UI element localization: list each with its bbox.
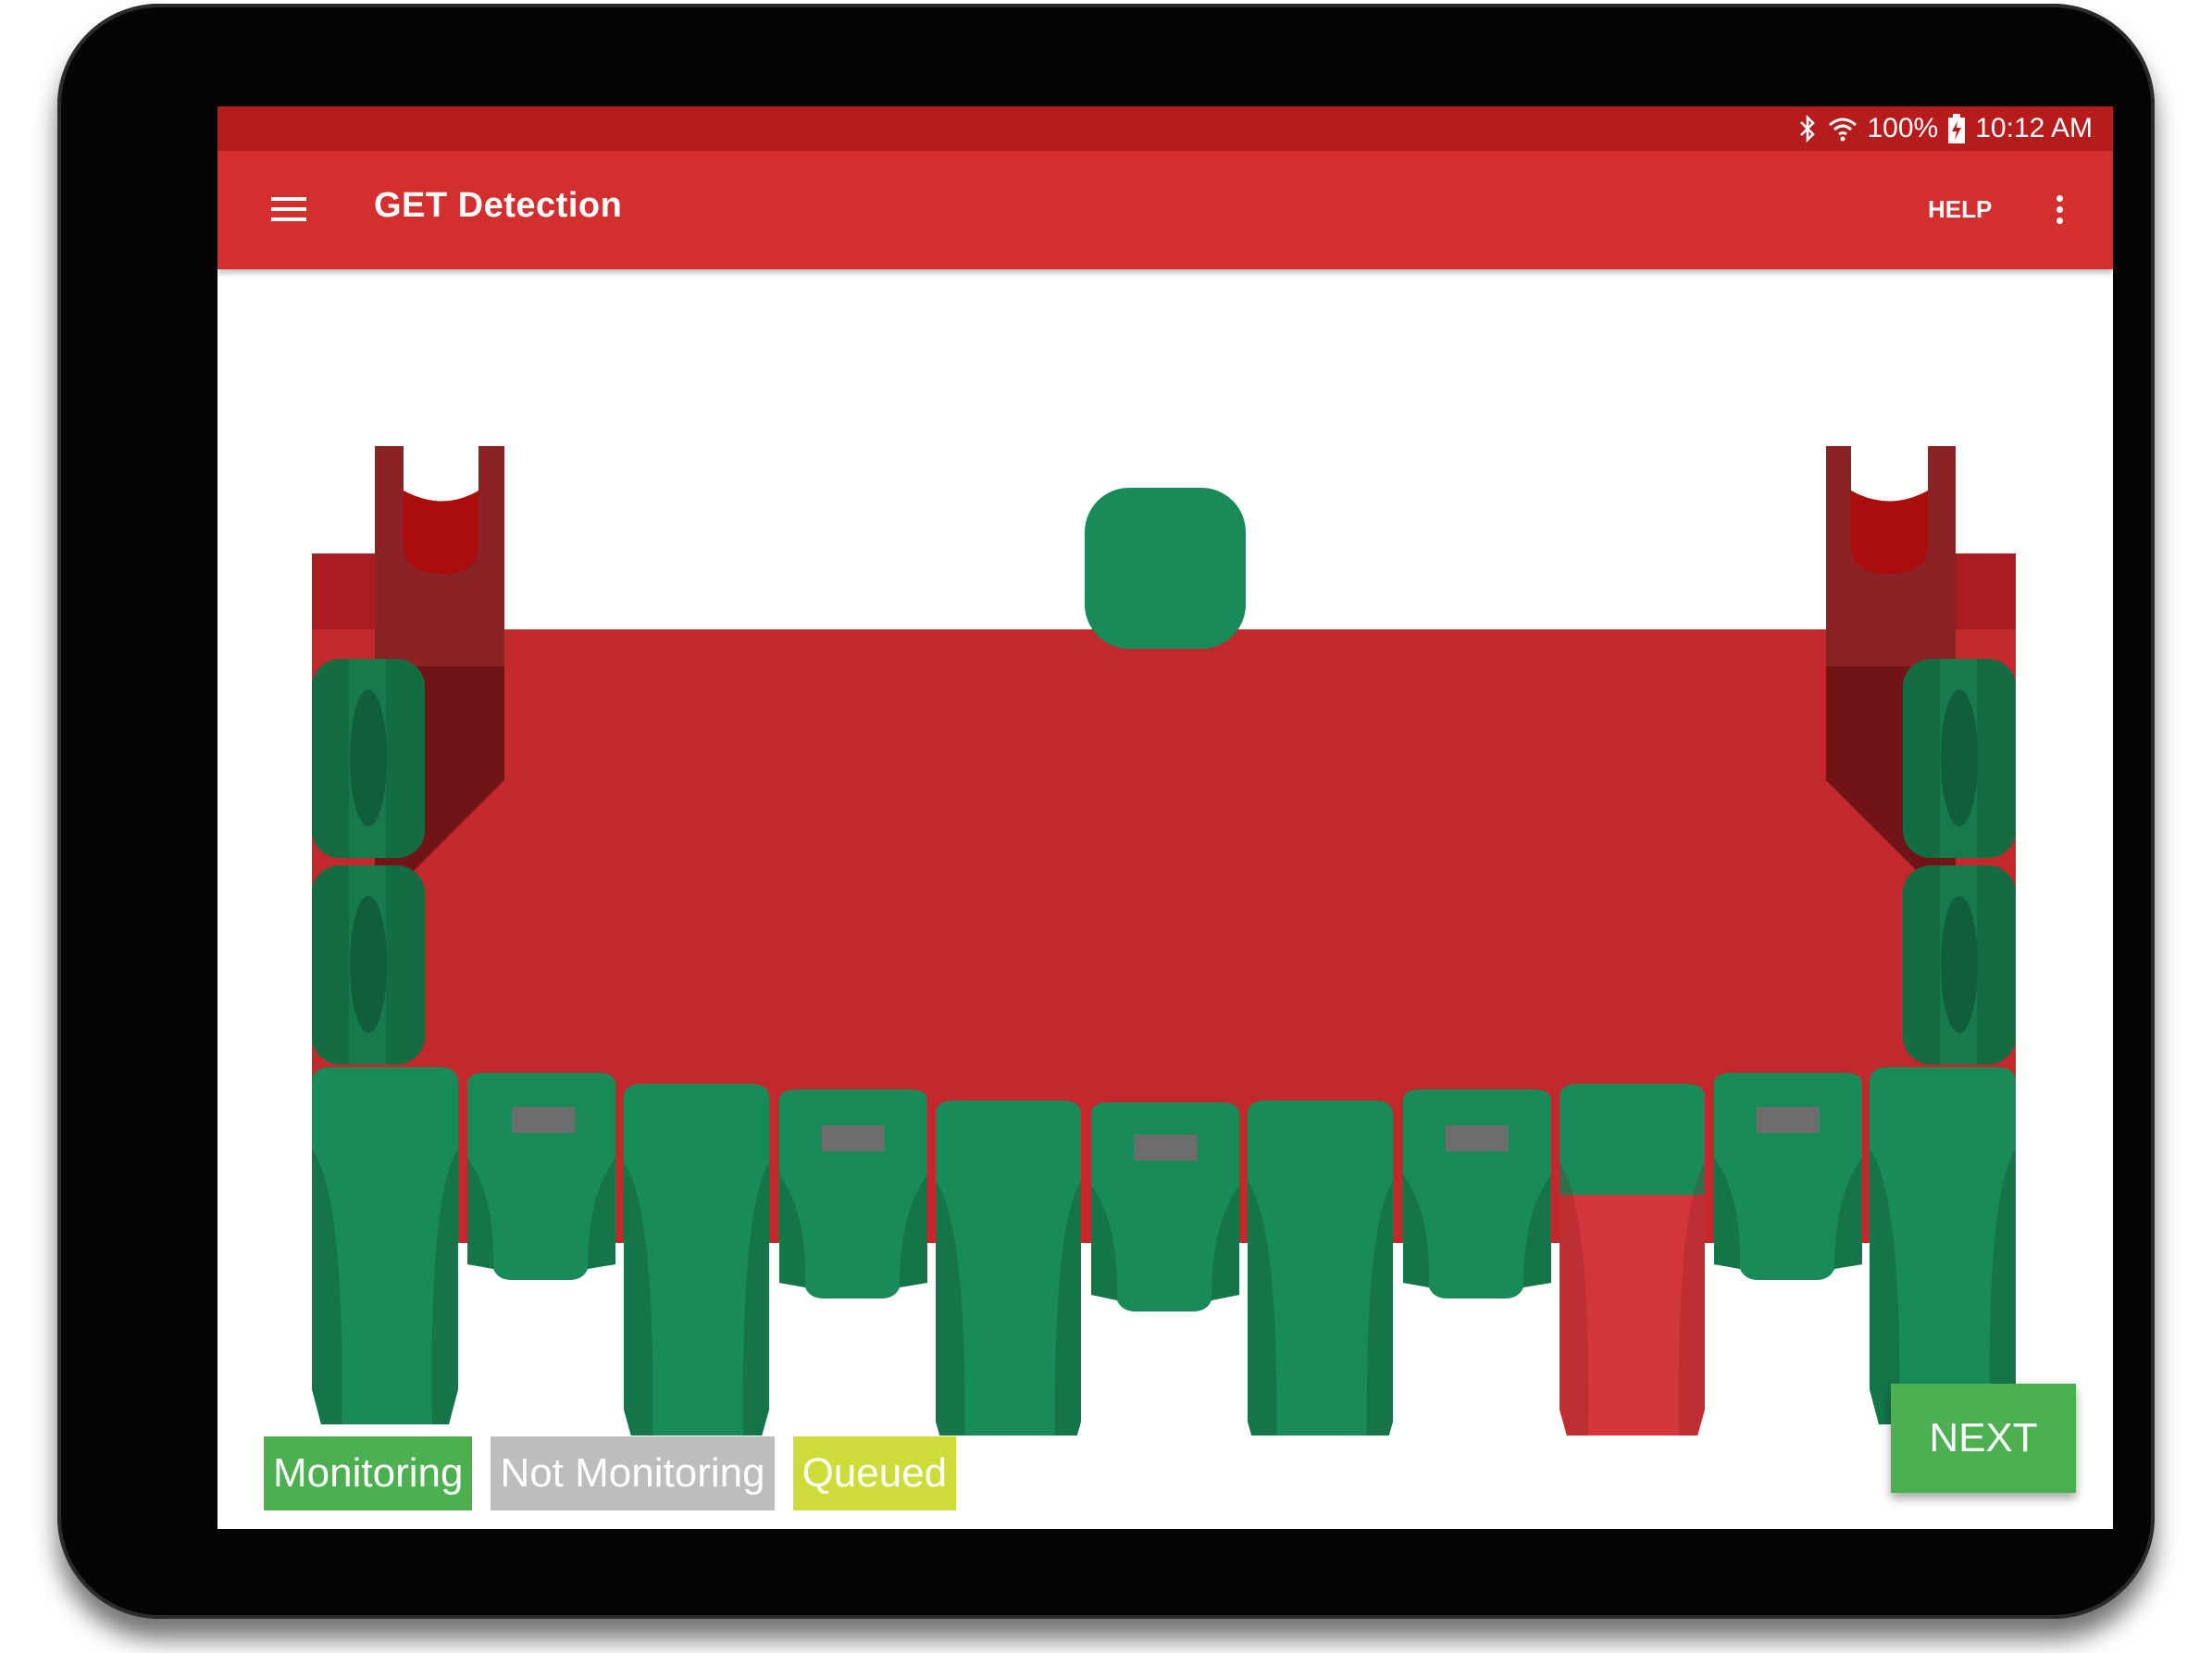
tooth-7[interactable]: [1248, 1100, 1393, 1436]
shroud-10[interactable]: [1714, 1073, 1862, 1280]
top-sensor[interactable]: [1085, 488, 1246, 649]
app-title: GET Detection: [374, 186, 623, 225]
battery-percent: 100%: [1867, 113, 1939, 143]
next-button[interactable]: NEXT: [1891, 1384, 2076, 1493]
status-legend: Monitoring Not Monitoring Queued: [264, 1436, 957, 1510]
tooth-5[interactable]: [936, 1100, 1081, 1436]
legend-not-monitoring: Not Monitoring: [491, 1436, 775, 1510]
tooth-3[interactable]: [624, 1084, 769, 1436]
shroud-2[interactable]: [467, 1073, 615, 1280]
right-wing-shroud-1[interactable]: [1903, 659, 2016, 858]
hamburger-menu-icon[interactable]: [271, 192, 308, 229]
legend-queued: Queued: [792, 1436, 957, 1510]
right-wing-shroud-2[interactable]: [1903, 865, 2016, 1064]
tooth-11[interactable]: [1870, 1067, 2016, 1424]
tooth-1[interactable]: [312, 1067, 458, 1424]
screen: 100% 10:12 AM GET Detection HELP Monitor…: [217, 106, 2113, 1529]
tooth-9-missing[interactable]: [1560, 1084, 1705, 1436]
bucket-diagram: [312, 446, 2016, 1436]
status-bar: 100% 10:12 AM: [217, 106, 2113, 151]
help-button[interactable]: HELP: [1928, 195, 1992, 224]
wifi-icon: [1827, 115, 1858, 143]
tablet-frame: 100% 10:12 AM GET Detection HELP Monitor…: [57, 4, 2155, 1619]
shroud-4[interactable]: [779, 1089, 927, 1299]
more-vert-icon[interactable]: [2050, 188, 2069, 232]
legend-monitoring: Monitoring: [264, 1436, 473, 1510]
shroud-6[interactable]: [1091, 1102, 1239, 1311]
left-wing-shroud-1[interactable]: [312, 659, 425, 858]
clock: 10:12 AM: [1975, 113, 2093, 143]
left-wing-shroud-2[interactable]: [312, 865, 425, 1064]
battery-charging-icon: [1947, 113, 1966, 144]
app-bar: GET Detection HELP: [217, 151, 2113, 269]
shroud-8[interactable]: [1403, 1089, 1551, 1299]
bluetooth-icon: [1797, 115, 1818, 143]
